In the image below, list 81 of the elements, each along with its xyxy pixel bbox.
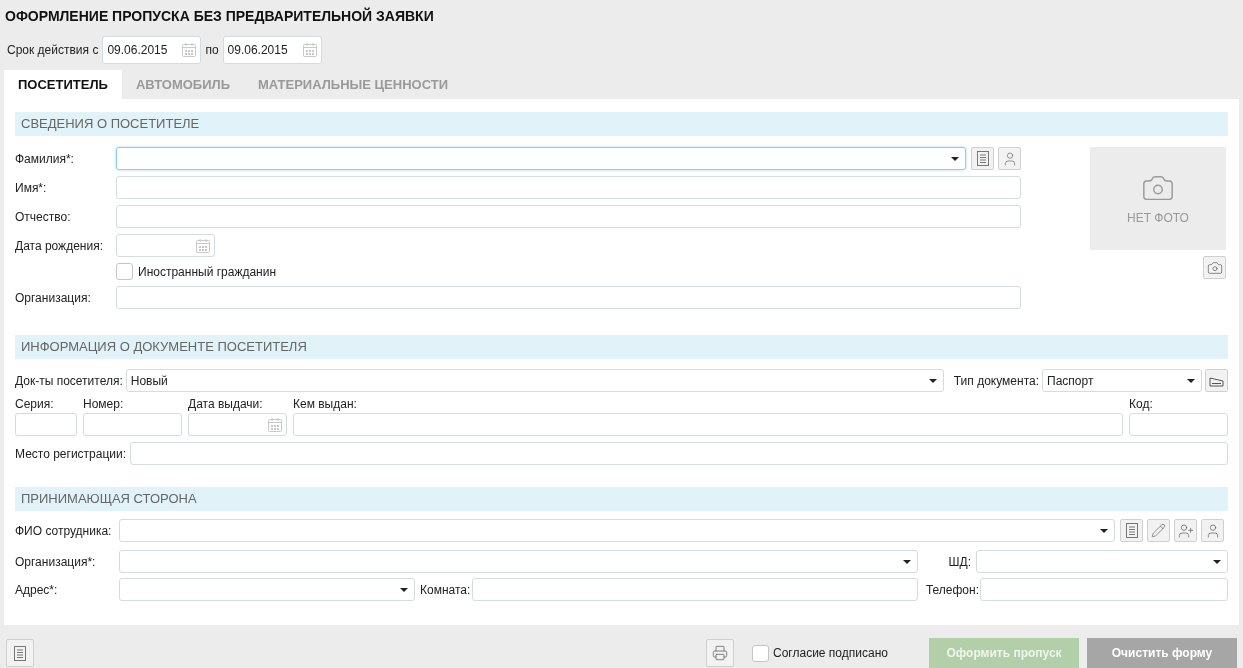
field-label: Согласие подписано: [773, 645, 888, 662]
camera-button[interactable]: [1203, 256, 1226, 279]
print-button[interactable]: [706, 639, 734, 667]
field-label: Кем выдан:: [293, 396, 358, 413]
field-label: Организация:: [15, 289, 92, 307]
field-label: Место регистрации:: [15, 445, 127, 463]
pencil-icon: [1151, 523, 1166, 538]
checkbox[interactable]: [752, 644, 769, 662]
checkbox[interactable]: [116, 263, 133, 280]
caret-icon: [1100, 528, 1108, 533]
scan-button[interactable]: [1205, 369, 1228, 392]
field-label: Телефон:: [924, 581, 980, 599]
section-header: ПРИНИМАЮЩАЯ СТОРОНА: [15, 487, 1228, 511]
field-label: ФИО сотрудника:: [15, 522, 113, 540]
calendar-icon: [195, 237, 211, 254]
date-field[interactable]: [188, 413, 287, 436]
organization-select[interactable]: [119, 550, 918, 573]
list-icon: [1125, 523, 1138, 538]
field-label: Имя*:: [15, 179, 48, 197]
section-header: ИНФОРМАЦИЯ О ДОКУМЕНТЕ ПОСЕТИТЕЛЯ: [15, 335, 1228, 359]
input-field[interactable]: [15, 413, 77, 436]
field-label: Дата выдачи:: [188, 396, 264, 413]
printer-icon: [712, 645, 728, 661]
field-label: Комната:: [419, 581, 472, 599]
input-field[interactable]: [293, 413, 1123, 436]
calendar-icon: [301, 41, 318, 58]
field-label: Адрес*:: [15, 581, 59, 599]
list-icon: [14, 645, 26, 661]
surname-select[interactable]: [116, 147, 966, 170]
person-button[interactable]: [998, 147, 1021, 170]
input-field[interactable]: [1129, 413, 1228, 436]
caret-icon: [903, 559, 911, 564]
field-label: Док-ты посетителя:: [15, 372, 123, 390]
field-label: Код:: [1129, 396, 1154, 413]
employee-select[interactable]: [119, 519, 1115, 542]
scanner-icon: [1208, 374, 1225, 387]
input-field[interactable]: [83, 413, 182, 436]
list-button[interactable]: [6, 639, 34, 667]
input-field[interactable]: [130, 442, 1228, 465]
no-photo-text: НЕТ ФОТО: [1127, 209, 1189, 227]
field-label: Фамилия*:: [15, 150, 75, 168]
input-field[interactable]: [472, 578, 918, 601]
person-button[interactable]: [1201, 519, 1224, 542]
calendar-icon: [267, 416, 283, 433]
section-header: СВЕДЕНИЯ О ПОСЕТИТЕЛЕ: [15, 112, 1228, 136]
caret-icon: [1187, 378, 1195, 383]
field-label: Иностранный гражданин: [138, 263, 277, 281]
tab[interactable]: ПОСЕТИТЕЛЬ: [4, 70, 122, 99]
field-label: ШД:: [947, 553, 972, 571]
field-label: Дата рождения:: [15, 237, 104, 255]
list-icon: [976, 151, 989, 166]
caret-icon: [400, 587, 408, 592]
field-label: Отчество:: [15, 208, 72, 226]
address-select[interactable]: [119, 578, 415, 601]
shd-select[interactable]: [976, 550, 1228, 573]
camera-icon: [1206, 259, 1223, 276]
field-label: Номер:: [83, 396, 125, 413]
document-type-select[interactable]: Паспорт: [1042, 369, 1202, 392]
field-label: Серия:: [15, 396, 55, 413]
input-field[interactable]: [116, 205, 1021, 228]
documents-select[interactable]: Новый: [125, 369, 944, 392]
calendar-icon: [181, 41, 198, 58]
list-button[interactable]: [971, 147, 994, 170]
edit-button[interactable]: [1147, 519, 1170, 542]
field-label: Тип документа:: [953, 372, 1039, 390]
field-label: по: [205, 41, 219, 59]
add-person-icon: [1177, 522, 1194, 539]
add-person-button[interactable]: [1174, 519, 1197, 542]
list-button[interactable]: [1120, 519, 1143, 542]
date-field[interactable]: 09.06.2015: [222, 35, 322, 64]
input-field[interactable]: [116, 176, 1021, 199]
input-field[interactable]: [116, 286, 1021, 309]
date-field[interactable]: 09.06.2015: [102, 35, 202, 64]
caret-icon: [1213, 559, 1221, 564]
caret-icon: [951, 156, 959, 161]
field-label: Организация*:: [15, 553, 97, 571]
field-label: Срок действия с: [7, 41, 99, 59]
date-field[interactable]: [116, 234, 215, 257]
input-field[interactable]: [980, 578, 1228, 601]
caret-icon: [928, 378, 937, 383]
page-title: ОФОРМЛЕНИЕ ПРОПУСКА БЕЗ ПРЕДВАРИТЕЛЬНОЙ ЗАЯВКИ: [4, 6, 435, 26]
